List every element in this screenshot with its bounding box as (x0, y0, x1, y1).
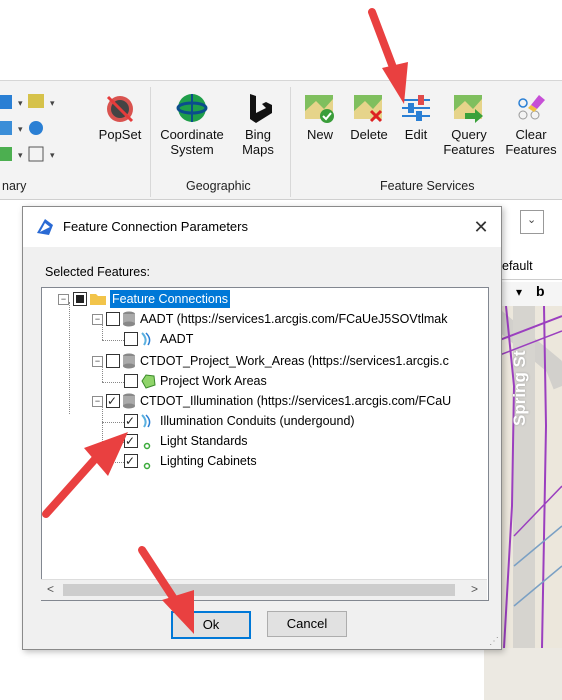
database-icon (122, 353, 136, 369)
aadt-child-label: AADT (160, 332, 194, 346)
tree-node-illumination[interactable]: − CTDOT_Illumination (https://services1.… (42, 392, 488, 410)
scroll-thumb[interactable] (63, 584, 455, 596)
ribbon-separator (290, 87, 291, 197)
tree-node-aadt[interactable]: − AADT (https://services1.arcgis.com/FCa… (42, 310, 488, 328)
annotation-arrow-edit (368, 8, 408, 104)
group-label-geographic: Geographic (186, 179, 251, 193)
small-tools-stack: ▾ ▾ ▾ ▾ ▾ (0, 91, 95, 171)
bing-label-1: Bing (244, 127, 272, 142)
chevron-down-icon: ⌄ (527, 214, 537, 226)
coordinate-label-2: System (170, 142, 214, 157)
bing-icon (240, 91, 276, 125)
pwa-label: CTDOT_Project_Work_Areas (https://servic… (140, 354, 449, 368)
map-toolbar: ▾ b (500, 282, 562, 306)
pwa-child-label: Project Work Areas (160, 374, 267, 388)
collapse-icon[interactable]: − (92, 314, 103, 325)
aadt-label: AADT (https://services1.arcgis.com/FCaUe… (140, 312, 448, 326)
folder-icon (90, 292, 106, 305)
view-dropdown[interactable]: ⌄ (520, 210, 544, 234)
illumination-checkbox[interactable] (106, 392, 120, 410)
aadt-child-checkbox[interactable] (124, 332, 138, 346)
group-label-primary: nary (2, 179, 27, 193)
illumination-label: CTDOT_Illumination (https://services1.ar… (140, 394, 452, 408)
cancel-button[interactable]: Cancel (267, 611, 347, 637)
pwa-child-checkbox[interactable] (124, 374, 138, 388)
close-icon[interactable]: ✕ (469, 215, 493, 239)
eraser-icon (513, 91, 549, 125)
ribbon-separator (150, 87, 151, 197)
svg-text:▾: ▾ (50, 150, 55, 160)
query-label-1: Query (451, 127, 487, 142)
database-icon (122, 393, 136, 409)
clear-features-button[interactable]: Clear Features (500, 91, 562, 157)
bing-small-icon[interactable]: b (536, 283, 545, 299)
bing-maps-button[interactable]: Bing Maps (232, 91, 284, 157)
globe-icon (174, 91, 210, 125)
clear-label-2: Features (505, 142, 557, 157)
query-label-2: Features (443, 142, 495, 157)
tree-node-aadt-child[interactable]: AADT (42, 330, 488, 348)
new-label: New (306, 127, 333, 142)
chevron-down-icon[interactable]: ▾ (516, 285, 522, 299)
popset-button[interactable]: PopSet (95, 91, 145, 142)
coordinate-label-1: Coordinate (160, 127, 224, 142)
root-checkbox[interactable] (73, 292, 87, 306)
conduits-label: Illumination Conduits (undergound) (160, 414, 355, 428)
selected-features-label: Selected Features: (45, 265, 150, 279)
delete-label: Delete (350, 127, 388, 142)
popset-label: PopSet (98, 127, 142, 142)
aadt-checkbox[interactable] (106, 312, 120, 326)
clear-label-1: Clear (515, 127, 547, 142)
lighting-cabinets-label: Lighting Cabinets (160, 454, 257, 468)
popset-icon (102, 91, 138, 125)
map-new-icon (302, 91, 338, 125)
edit-label: Edit (404, 127, 428, 142)
svg-text:▾: ▾ (50, 98, 55, 108)
dialog-title: Feature Connection Parameters (63, 219, 248, 234)
tree-node-project-work-areas[interactable]: − CTDOT_Project_Work_Areas (https://serv… (42, 352, 488, 370)
tree-node-pwa-child[interactable]: Project Work Areas (42, 372, 488, 390)
new-feature-button[interactable]: New (298, 91, 342, 142)
dialog-titlebar[interactable]: Feature Connection Parameters ✕ (23, 207, 501, 247)
view-tab-label: efault (502, 259, 533, 273)
collapse-icon[interactable]: − (92, 356, 103, 367)
map-query-icon (451, 91, 487, 125)
collapse-icon[interactable]: − (58, 294, 69, 305)
pwa-checkbox[interactable] (106, 354, 120, 368)
light-standards-label: Light Standards (160, 434, 248, 448)
resize-grip-icon[interactable]: ⋰ (489, 636, 499, 647)
collapse-icon[interactable]: − (92, 396, 103, 407)
app-icon (35, 217, 55, 237)
svg-text:▾: ▾ (18, 124, 23, 134)
root-label: Feature Connections (110, 290, 231, 308)
coordinate-system-button[interactable]: Coordinate System (156, 91, 228, 157)
line-layer-icon (140, 331, 154, 347)
polygon-layer-icon (140, 373, 156, 389)
annotation-arrow-ok (138, 546, 194, 634)
ribbon: ▾ ▾ ▾ ▾ ▾ PopSet Coordinate System Bing (0, 80, 562, 200)
horizontal-scrollbar[interactable]: < > (41, 579, 487, 600)
annotation-arrow-illumination (42, 432, 128, 518)
group-label-feature-services: Feature Services (380, 179, 475, 193)
view-tab[interactable]: efault (500, 255, 562, 280)
svg-text:▾: ▾ (18, 98, 23, 108)
street-label: Spring St (510, 350, 529, 426)
scroll-right-icon[interactable]: > (471, 582, 478, 596)
scroll-left-icon[interactable]: < (47, 582, 54, 596)
database-icon (122, 311, 136, 327)
tree-node-root[interactable]: − Feature Connections (42, 290, 488, 308)
svg-text:▾: ▾ (18, 150, 23, 160)
query-features-button[interactable]: Query Features (440, 91, 498, 157)
small-tool-icons[interactable]: ▾ ▾ ▾ ▾ ▾ (0, 91, 95, 171)
bing-label-2: Maps (242, 142, 274, 157)
